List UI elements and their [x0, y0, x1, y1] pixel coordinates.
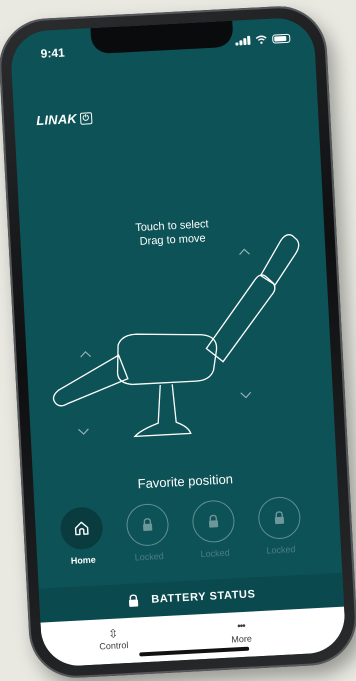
- favorite-slot-4[interactable]: Locked: [248, 495, 311, 556]
- lock-icon: [143, 518, 153, 532]
- phone-frame: 9:41 LINAK ⏻ Touch to select Drag to mov…: [0, 3, 356, 681]
- lock-icon: [274, 511, 285, 525]
- signal-icon: [235, 35, 251, 46]
- battery-icon: [272, 33, 291, 44]
- tab-control[interactable]: ⇳ Control: [73, 625, 154, 653]
- home-icon: [74, 521, 89, 536]
- favorite-label: Locked: [266, 544, 296, 556]
- power-icon: ⏻: [79, 111, 93, 125]
- linak-logo: LINAK ⏻: [35, 110, 93, 129]
- favorite-label: Locked: [134, 551, 164, 563]
- favorite-home[interactable]: Home: [51, 506, 114, 567]
- favorite-slot-2[interactable]: Locked: [116, 502, 179, 563]
- favorite-circle[interactable]: [59, 506, 104, 551]
- app-screen: 9:41 LINAK ⏻ Touch to select Drag to mov…: [9, 16, 347, 668]
- tab-more[interactable]: ••• More: [201, 618, 282, 646]
- battery-status-label: BATTERY STATUS: [150, 588, 256, 606]
- favorite-circle[interactable]: [257, 495, 302, 541]
- favorite-label: Locked: [200, 547, 230, 560]
- wifi-icon: [255, 35, 267, 44]
- chevron-up-icon[interactable]: [80, 351, 92, 358]
- favorite-title: Favorite position: [137, 471, 234, 492]
- chair-headrest[interactable]: [259, 234, 301, 286]
- chair-base: [133, 384, 192, 438]
- chair-diagram[interactable]: [20, 216, 335, 452]
- lock-icon: [128, 594, 139, 607]
- favorite-slot-3[interactable]: Locked: [182, 499, 245, 560]
- chevron-down-icon[interactable]: [240, 391, 252, 399]
- favorite-positions: Home Locked Locked Locked: [51, 495, 326, 579]
- favorite-label: Home: [70, 554, 97, 566]
- chevron-down-icon[interactable]: [78, 428, 89, 435]
- favorite-circle[interactable]: [125, 502, 170, 547]
- chevron-up-icon[interactable]: [239, 248, 250, 256]
- chair-backrest[interactable]: [203, 274, 279, 363]
- chair-seat[interactable]: [116, 330, 219, 386]
- home-indicator: [139, 646, 250, 657]
- favorite-circle[interactable]: [191, 499, 236, 544]
- logo-text: LINAK: [35, 110, 78, 129]
- status-icons: [235, 33, 291, 46]
- lock-icon: [208, 514, 219, 528]
- status-time: 9:41: [40, 45, 66, 61]
